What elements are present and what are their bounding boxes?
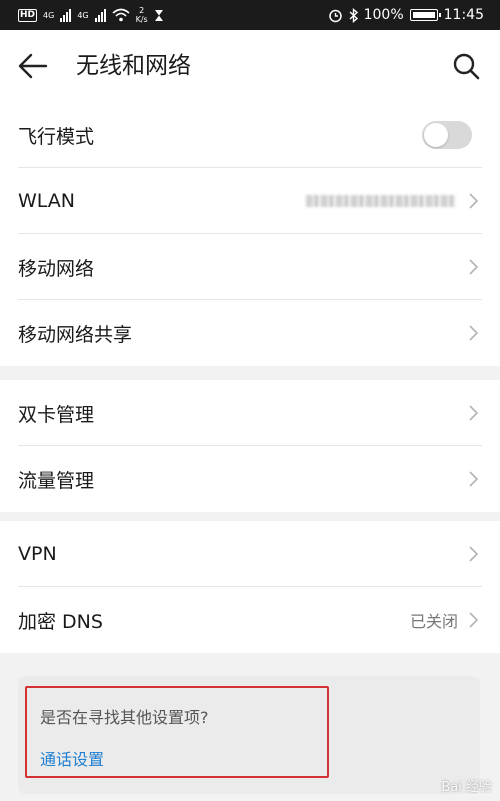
search-icon[interactable]	[452, 52, 480, 80]
row-data-usage[interactable]: 流量管理	[0, 446, 500, 512]
chevron-right-icon	[469, 471, 478, 487]
row-airplane-mode[interactable]: 飞行模式	[0, 102, 500, 168]
hd-badge: HD	[18, 8, 38, 22]
settings-group-sim: 双卡管理 流量管理	[0, 380, 500, 512]
chevron-right-icon	[469, 546, 478, 562]
row-label: VPN	[18, 543, 57, 565]
row-label: 飞行模式	[18, 125, 95, 148]
row-wlan[interactable]: WLAN	[0, 168, 500, 234]
network-type-1: 4G	[43, 10, 55, 20]
battery-icon	[409, 9, 441, 21]
battery-percent: 100%	[363, 7, 404, 23]
signal-icon-2	[94, 8, 106, 22]
row-label: 流量管理	[18, 469, 95, 492]
wifi-icon	[112, 8, 130, 22]
encrypted-dns-status: 已关闭	[409, 612, 458, 631]
alarm-icon	[328, 9, 342, 22]
row-tethering[interactable]: 移动网络共享	[0, 300, 500, 366]
data-speed-value: 2	[139, 6, 145, 15]
row-dual-sim[interactable]: 双卡管理	[0, 380, 500, 446]
toggle-knob	[424, 123, 448, 147]
data-speed: 2 K/s	[136, 6, 148, 24]
airplane-mode-toggle[interactable]	[422, 121, 472, 149]
page-title: 无线和网络	[76, 53, 191, 79]
chevron-right-icon	[469, 259, 478, 275]
wlan-network-name-blurred	[306, 195, 456, 207]
row-vpn[interactable]: VPN	[0, 521, 500, 587]
settings-group-privacy: VPN 加密 DNS 已关闭	[0, 521, 500, 653]
status-bar-left: HD 4G 4G 2 K/s	[18, 6, 164, 24]
chevron-right-icon	[469, 193, 478, 209]
chevron-right-icon	[469, 405, 478, 421]
clock: 11:45	[443, 7, 484, 23]
row-label: 加密 DNS	[18, 610, 103, 633]
row-label: WLAN	[18, 190, 76, 212]
status-bar-right: 100% 11:45	[328, 7, 484, 23]
row-mobile-network[interactable]: 移动网络	[0, 234, 500, 300]
chevron-right-icon	[469, 325, 478, 341]
signal-icon	[60, 8, 72, 22]
watermark-logo: Bai 经验	[441, 780, 492, 795]
row-label: 双卡管理	[18, 403, 95, 426]
app-header: 无线和网络	[0, 30, 500, 102]
settings-group-network: 飞行模式 WLAN 移动网络 移动网络共享	[0, 102, 500, 366]
status-bar: HD 4G 4G 2 K/s 100% 11:45	[0, 0, 500, 30]
bluetooth-icon	[349, 7, 358, 23]
highlight-box	[25, 686, 329, 778]
back-arrow-icon[interactable]	[18, 52, 48, 80]
chevron-right-icon	[469, 612, 478, 628]
network-type-2: 4G	[77, 10, 89, 20]
row-label: 移动网络共享	[18, 323, 133, 346]
hourglass-icon	[154, 9, 163, 21]
row-encrypted-dns[interactable]: 加密 DNS 已关闭	[0, 587, 500, 653]
row-label: 移动网络	[18, 257, 95, 280]
data-speed-unit: K/s	[135, 15, 148, 24]
